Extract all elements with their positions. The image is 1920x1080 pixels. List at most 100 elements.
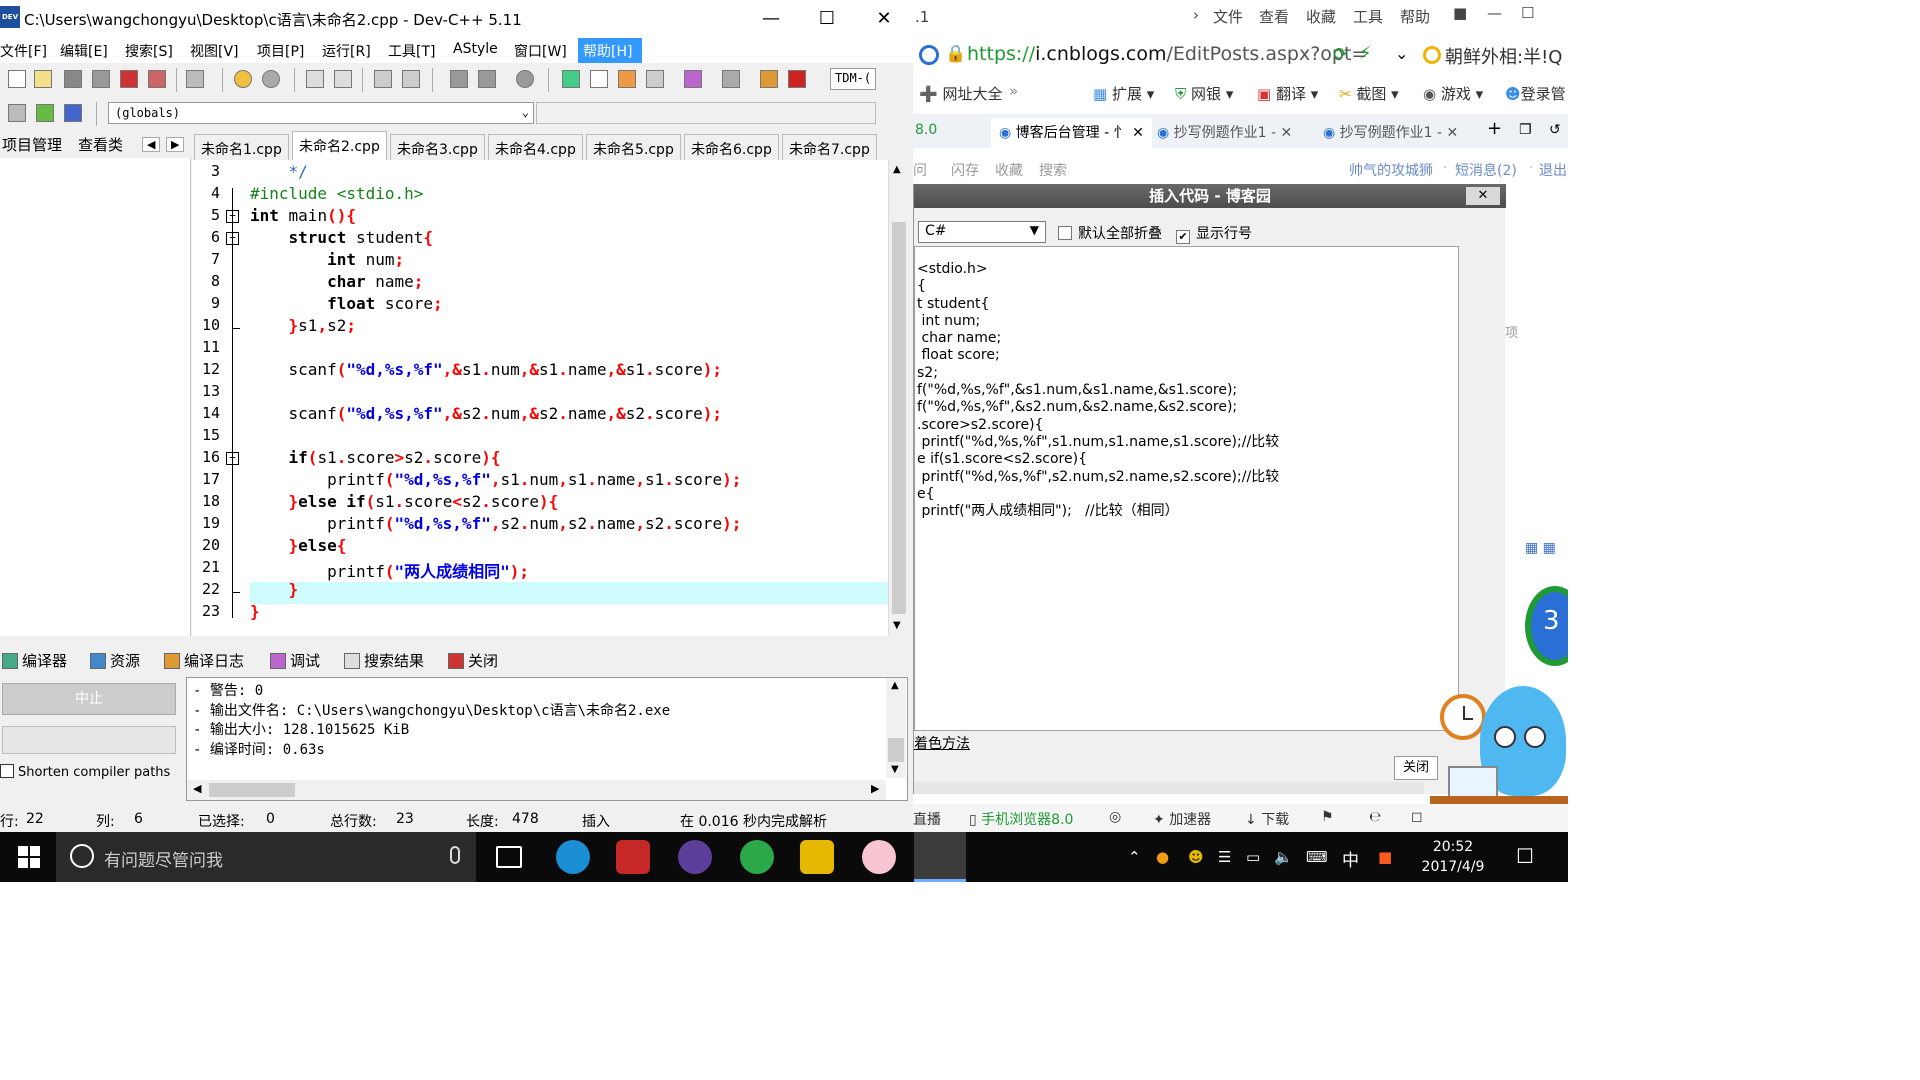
menu-view[interactable]: 视图[V] — [190, 41, 239, 61]
print-icon[interactable] — [186, 70, 204, 88]
file-tab[interactable]: 未命名6.cpp — [684, 134, 779, 160]
tab-list-icon[interactable]: ❐ — [1519, 122, 1532, 138]
microphone-icon[interactable] — [450, 846, 460, 864]
tab-classes[interactable]: 查看类 — [78, 134, 123, 155]
refresh-icon[interactable]: ⟳ — [1333, 44, 1348, 65]
editor-vertical-scrollbar[interactable]: ▲ ▼ — [888, 160, 908, 636]
symbol-combo[interactable] — [536, 102, 876, 124]
close-window-button[interactable]: ✕ — [855, 0, 913, 38]
goto-bookmark-icon[interactable] — [478, 70, 496, 88]
file-tab[interactable]: 未命名7.cpp — [782, 134, 877, 160]
status-mobile-browser[interactable]: ▯ 手机浏览器8.0 — [969, 809, 1073, 829]
eclipse-icon[interactable] — [678, 840, 712, 874]
side-toolbar-icon[interactable]: ▦ ▦ — [1525, 540, 1556, 556]
browser-menu-file[interactable]: 文件 — [1213, 6, 1243, 27]
log-scroll-thumb[interactable] — [888, 738, 904, 762]
chevron-down-icon[interactable]: ⌄ — [1395, 44, 1408, 63]
bookmark-games[interactable]: ◉ 游戏 ▾ — [1423, 83, 1483, 104]
tab-resources[interactable]: 资源 — [90, 650, 140, 671]
file-tab[interactable]: 未命名4.cpp — [488, 134, 583, 160]
restore-tab-icon[interactable]: ↺ — [1549, 122, 1561, 138]
browser-search-input[interactable]: 朝鲜外相:半!Q — [1445, 43, 1562, 69]
find-icon[interactable] — [306, 70, 324, 88]
browser-maximize-button[interactable]: ☐ — [1521, 4, 1534, 22]
save-icon[interactable] — [64, 70, 82, 88]
tab-search-results[interactable]: 搜索结果 — [344, 650, 424, 671]
url-text[interactable]: https://i.cnblogs.com/EditPosts.aspx?opt… — [967, 43, 1367, 65]
maximize-button[interactable]: ☐ — [798, 0, 856, 38]
close-all-icon[interactable] — [148, 70, 166, 88]
tab-debug[interactable]: 调试 — [270, 650, 320, 671]
tab-scroll-left-icon[interactable]: ◀ — [142, 137, 161, 152]
dialog-horizontal-scrollbar[interactable] — [914, 782, 1424, 794]
compile-run-icon[interactable] — [618, 70, 636, 88]
toggle-bookmark-icon[interactable] — [450, 70, 468, 88]
address-bar[interactable]: 🔒 https://i.cnblogs.com/EditPosts.aspx?o… — [913, 38, 1568, 74]
messages-link[interactable]: 短消息(2) — [1455, 160, 1517, 180]
user-link[interactable]: 帅气的攻城狮 — [1349, 160, 1433, 180]
bookmark-translate[interactable]: ▣ 翻译 ▾ — [1257, 83, 1318, 104]
menu-edit[interactable]: 编辑[E] — [60, 41, 108, 61]
close-file-icon[interactable] — [120, 70, 138, 88]
system-clock[interactable]: 20:52 2017/4/9 — [1418, 837, 1488, 877]
unindent-icon[interactable] — [402, 70, 420, 88]
menu-run[interactable]: 运行[R] — [322, 41, 371, 61]
menu-astyle[interactable]: AStyle — [453, 41, 498, 57]
language-select[interactable]: C# ▼ — [918, 221, 1046, 243]
minimize-button[interactable]: — — [742, 0, 800, 38]
checkbox-box[interactable] — [1058, 226, 1072, 240]
tray-chevron-up-icon[interactable]: ⌃ — [1128, 848, 1141, 866]
keyboard-icon[interactable]: ⌨ — [1306, 848, 1328, 866]
cortana-search[interactable]: 有问题尽管问我 — [56, 832, 476, 882]
bookmark-bank[interactable]: ⛨ 网银 ▾ — [1175, 83, 1233, 104]
tab-close[interactable]: 关闭 — [448, 650, 498, 671]
remove-from-project-icon[interactable] — [64, 104, 82, 122]
browser-tab-active[interactable]: ◉ 博客后台管理 - 忄 ✕ — [991, 118, 1152, 148]
volume-icon[interactable]: 🔈 — [1274, 848, 1293, 866]
flag-icon[interactable]: ⚑ — [1321, 809, 1334, 825]
show-line-numbers-checkbox[interactable]: ✔ 显示行号 — [1176, 223, 1252, 244]
project-icon[interactable] — [8, 104, 26, 122]
ime-indicator[interactable]: 中 — [1342, 846, 1359, 871]
browser-tab-fragment[interactable]: 8.0 — [915, 122, 937, 138]
tab-compile-log[interactable]: 编译日志 — [164, 650, 244, 671]
save-all-icon[interactable] — [92, 70, 110, 88]
desktop-mascot[interactable]: 中 ☽ ▲ ◎ — [1430, 586, 1568, 832]
undo-icon[interactable] — [234, 70, 252, 88]
menu-project[interactable]: 项目[P] — [257, 41, 304, 61]
log-vertical-scrollbar[interactable]: ▲ ▼ — [886, 678, 906, 778]
status-fingerprint-icon[interactable]: ◎ — [1109, 809, 1121, 825]
devcpp-taskbar-button[interactable] — [914, 832, 966, 882]
collapse-all-checkbox[interactable]: 默认全部折叠 — [1058, 223, 1162, 243]
bookmark-login[interactable]: ☻登录管 — [1505, 83, 1566, 104]
tab-compiler[interactable]: 编译器 — [2, 650, 67, 671]
menu-file[interactable]: 文件[F] — [0, 41, 47, 61]
editor-scroll-thumb[interactable] — [892, 222, 906, 614]
add-to-project-icon[interactable] — [36, 104, 54, 122]
browser-menu-tools[interactable]: 工具 — [1353, 6, 1383, 27]
tab-project[interactable]: 项目管理 — [2, 134, 62, 155]
dialog-titlebar[interactable]: 插入代码 - 博客园 ✕ — [914, 184, 1506, 208]
notification-icon[interactable]: ☐ — [1516, 844, 1534, 868]
tray-person-icon[interactable]: ☻ — [1188, 848, 1204, 866]
color-method-link[interactable]: 着色方法 — [914, 733, 970, 753]
close-tab-icon[interactable]: ✕ — [1281, 125, 1293, 141]
scroll-up-icon[interactable]: ▲ — [893, 164, 901, 175]
nav-favorites[interactable]: 收藏 — [995, 160, 1023, 180]
bookmark-screenshot[interactable]: ✂ 截图 ▾ — [1339, 83, 1399, 104]
browser-titlebar[interactable]: .1 › 文件 查看 收藏 工具 帮助 ■ — ☐ — [913, 0, 1568, 34]
shorten-paths-checkbox[interactable]: Shorten compiler paths — [0, 764, 170, 780]
browser-minimize-button[interactable]: — — [1487, 4, 1502, 22]
status-live[interactable]: 直播 — [913, 809, 941, 829]
nav-flash[interactable]: 闪存 — [951, 160, 979, 180]
log-hscroll-thumb[interactable] — [209, 783, 295, 797]
cf-game-icon[interactable] — [616, 840, 650, 874]
browser-menu-view[interactable]: 查看 — [1259, 6, 1289, 27]
bookmark-extensions[interactable]: ▦ 扩展 ▾ — [1093, 83, 1154, 104]
indent-icon[interactable] — [374, 70, 392, 88]
dialog-close-button[interactable]: ✕ — [1466, 187, 1500, 205]
window-icon[interactable]: ◻ — [1411, 809, 1423, 825]
project-tree-panel[interactable] — [0, 158, 191, 636]
redo-icon[interactable] — [262, 70, 280, 88]
code-editor[interactable]: 345−6−78910111213141516−17181920212223 *… — [192, 160, 888, 636]
